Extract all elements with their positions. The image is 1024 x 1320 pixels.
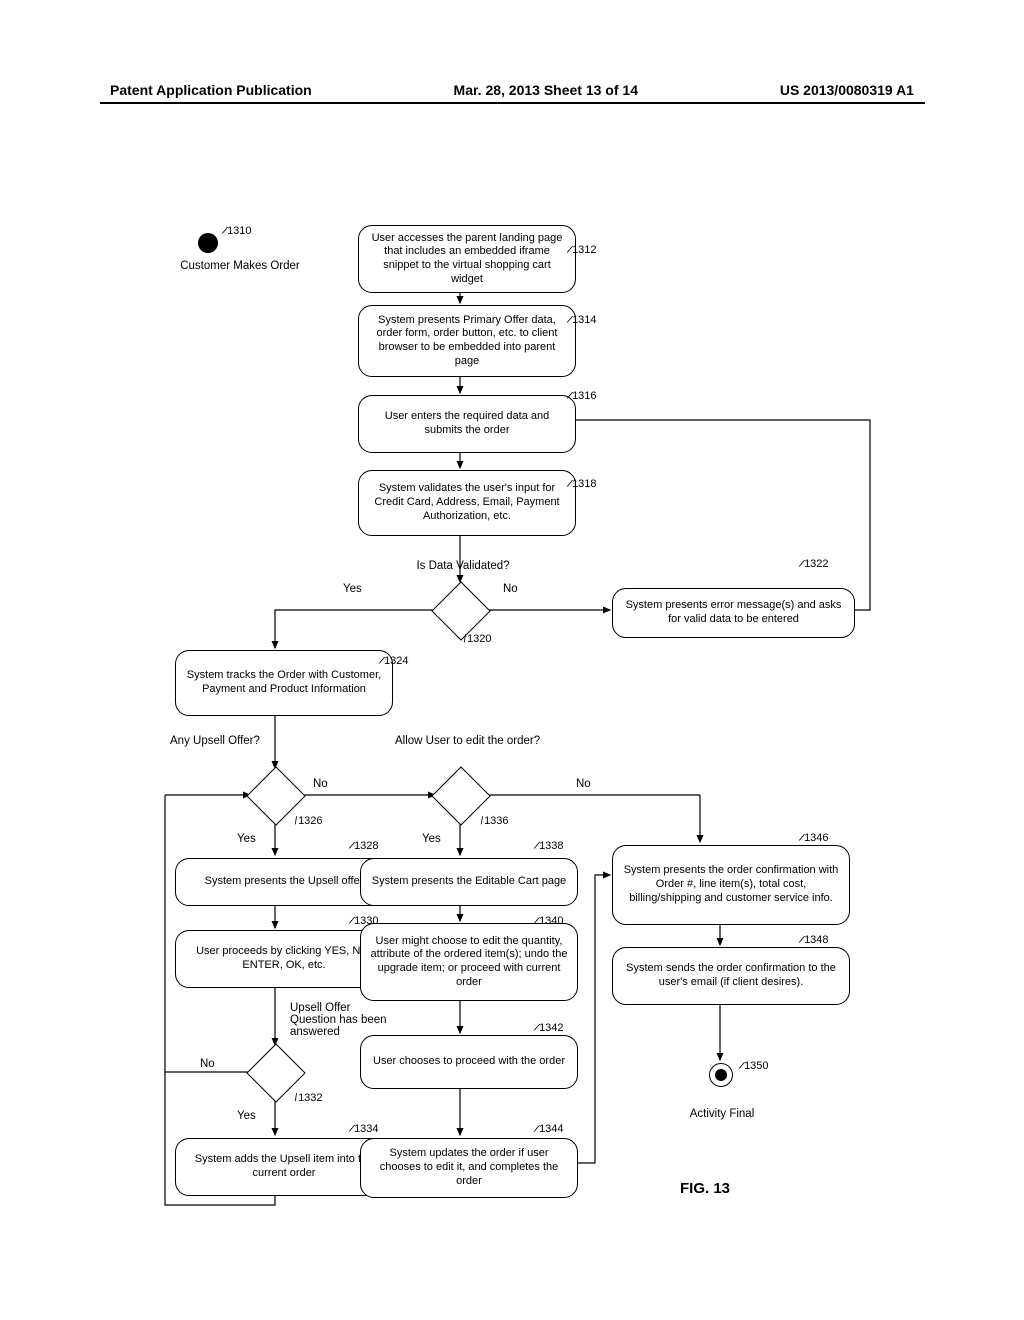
edge-1326-yes: Yes bbox=[237, 833, 256, 845]
edge-1320-no: No bbox=[503, 583, 518, 595]
box-1322: System presents error message(s) and ask… bbox=[612, 588, 855, 638]
box-1316: User enters the required data and submit… bbox=[358, 395, 576, 453]
ref-1326: \1326 bbox=[294, 815, 323, 827]
box-1318-text: System validates the user's input for Cr… bbox=[367, 482, 567, 523]
ref-1318: /1318 bbox=[568, 478, 597, 490]
box-1314-text: System presents Primary Offer data, orde… bbox=[367, 314, 567, 369]
box-1330-text: User proceeds by clicking YES, NO, ENTER… bbox=[184, 945, 384, 973]
question-1336: Allow User to edit the order? bbox=[395, 735, 565, 747]
ref-1322: /1322 bbox=[800, 558, 829, 570]
box-1342-text: User chooses to proceed with the order bbox=[373, 1055, 565, 1069]
ref-1316: /1316 bbox=[568, 390, 597, 402]
end-node bbox=[709, 1063, 733, 1087]
start-label: Customer Makes Order bbox=[170, 260, 310, 272]
page-header: Patent Application Publication Mar. 28, … bbox=[0, 82, 1024, 98]
header-rule bbox=[100, 102, 925, 104]
box-1348-text: System sends the order confirmation to t… bbox=[621, 962, 841, 990]
box-1346: System presents the order confirmation w… bbox=[612, 845, 850, 925]
header-left: Patent Application Publication bbox=[110, 82, 312, 98]
ref-1340: /1340 bbox=[535, 915, 564, 927]
diamond-1320 bbox=[431, 581, 490, 640]
box-1312-text: User accesses the parent landing page th… bbox=[367, 232, 567, 287]
ref-1334: /1334 bbox=[350, 1123, 379, 1135]
ref-1350: /1350 bbox=[740, 1060, 769, 1072]
ref-1320: \1320 bbox=[463, 633, 492, 645]
figure-label: FIG. 13 bbox=[680, 1180, 730, 1197]
box-1312: User accesses the parent landing page th… bbox=[358, 225, 576, 293]
edge-1332-yes: Yes bbox=[237, 1110, 256, 1122]
box-1340-text: User might choose to edit the quantity, … bbox=[369, 935, 569, 990]
start-node bbox=[198, 233, 218, 253]
box-1344-text: System updates the order if user chooses… bbox=[369, 1147, 569, 1188]
box-1334-text: System adds the Upsell item into the cur… bbox=[184, 1153, 384, 1181]
box-1342: User chooses to proceed with the order bbox=[360, 1035, 578, 1089]
header-center: Mar. 28, 2013 Sheet 13 of 14 bbox=[454, 82, 638, 98]
box-1344: System updates the order if user chooses… bbox=[360, 1138, 578, 1198]
ref-1346: /1346 bbox=[800, 832, 829, 844]
box-1338: System presents the Editable Cart page bbox=[360, 858, 578, 906]
ref-1324: /1324 bbox=[380, 655, 409, 667]
box-1322-text: System presents error message(s) and ask… bbox=[621, 599, 846, 627]
ref-1348: /1348 bbox=[800, 934, 829, 946]
end-label: Activity Final bbox=[672, 1108, 772, 1120]
edge-1326-no: No bbox=[313, 778, 328, 790]
ref-1310: /1310 bbox=[223, 225, 252, 237]
edge-1336-no: No bbox=[576, 778, 591, 790]
header-right: US 2013/0080319 A1 bbox=[780, 82, 914, 98]
edge-1336-yes: Yes bbox=[422, 833, 441, 845]
ref-1314: /1314 bbox=[568, 314, 597, 326]
edge-1332-no: No bbox=[200, 1058, 215, 1070]
box-1318: System validates the user's input for Cr… bbox=[358, 470, 576, 536]
box-1314: System presents Primary Offer data, orde… bbox=[358, 305, 576, 377]
patent-figure-page: Patent Application Publication Mar. 28, … bbox=[0, 0, 1024, 1320]
end-node-dot bbox=[715, 1069, 727, 1081]
ref-1332: \1332 bbox=[294, 1092, 323, 1104]
flowchart-connectors bbox=[0, 0, 1024, 1320]
box-1324: System tracks the Order with Customer, P… bbox=[175, 650, 393, 716]
box-1338-text: System presents the Editable Cart page bbox=[372, 875, 566, 889]
ref-1312: /1312 bbox=[568, 244, 597, 256]
ref-1336: \1336 bbox=[480, 815, 509, 827]
edge-1320-yes: Yes bbox=[343, 583, 362, 595]
box-1346-text: System presents the order confirmation w… bbox=[621, 864, 841, 905]
box-1328-text: System presents the Upsell offer bbox=[205, 875, 364, 889]
box-1324-text: System tracks the Order with Customer, P… bbox=[184, 669, 384, 697]
box-1348: System sends the order confirmation to t… bbox=[612, 947, 850, 1005]
box-1316-text: User enters the required data and submit… bbox=[367, 410, 567, 438]
ref-1328: /1328 bbox=[350, 840, 379, 852]
box-1340: User might choose to edit the quantity, … bbox=[360, 923, 578, 1001]
question-1320: Is Data Validated? bbox=[408, 560, 518, 572]
ref-1338: /1338 bbox=[535, 840, 564, 852]
ref-1344: /1344 bbox=[535, 1123, 564, 1135]
ref-1342: /1342 bbox=[535, 1022, 564, 1034]
question-1326: Any Upsell Offer? bbox=[170, 735, 285, 747]
question-1332: Upsell Offer Question has been answered bbox=[290, 1002, 390, 1038]
